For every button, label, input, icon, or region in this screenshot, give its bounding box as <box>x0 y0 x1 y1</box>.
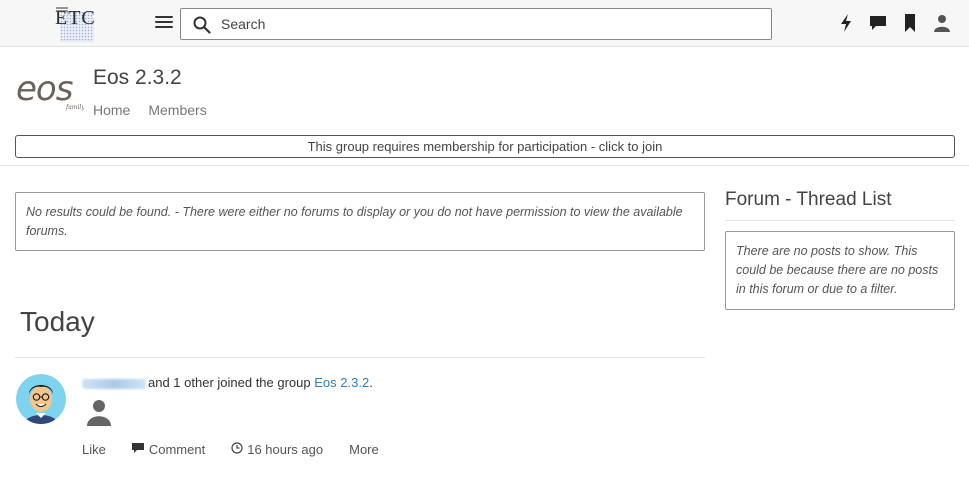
eos-logo[interactable]: eos family <box>16 69 85 112</box>
top-bar: ETC <box>0 0 969 47</box>
activity-story: and 1 other joined the group Eos 2.3.2. <box>82 374 373 392</box>
lightning-icon[interactable] <box>837 14 855 32</box>
nav-members[interactable]: Members <box>148 102 206 118</box>
etc-logo[interactable]: ETC <box>54 2 100 43</box>
eos-logo-subtext: family <box>65 104 84 111</box>
group-title: Eos 2.3.2 <box>93 66 182 89</box>
join-group-button[interactable]: This group requires membership for parti… <box>15 135 955 158</box>
timestamp[interactable]: 16 hours ago <box>231 442 323 457</box>
comment-icon <box>131 442 144 457</box>
like-button[interactable]: Like <box>82 442 106 457</box>
chat-icon[interactable] <box>869 14 887 32</box>
redacted-username[interactable] <box>82 378 146 389</box>
sidebar-empty-message: There are no posts to show. This could b… <box>725 231 955 310</box>
more-button[interactable]: More <box>349 442 379 457</box>
sidebar-divider <box>725 220 955 221</box>
search-icon <box>193 16 211 39</box>
header-divider <box>0 165 969 166</box>
more-label: More <box>349 442 379 457</box>
story-text: and 1 other joined the group <box>148 375 311 390</box>
activity-divider <box>15 357 705 358</box>
avatar[interactable] <box>16 374 66 424</box>
eos-logo-text: eos <box>16 70 73 109</box>
bookmark-icon[interactable] <box>901 14 919 32</box>
nav-home[interactable]: Home <box>93 102 130 118</box>
search-input[interactable] <box>221 13 761 35</box>
comment-label: Comment <box>148 442 206 457</box>
clock-icon <box>231 442 243 457</box>
timestamp-label: 16 hours ago <box>247 442 324 457</box>
activity-actions: Like Comment 16 hours ago More <box>82 442 405 457</box>
member-avatar-icon[interactable] <box>86 398 112 426</box>
comment-button[interactable]: Comment <box>131 442 206 457</box>
menu-icon[interactable] <box>155 16 173 32</box>
svg-text:ETC: ETC <box>55 7 96 29</box>
activity-heading: Today <box>20 306 95 337</box>
group-nav: Home Members <box>93 102 207 118</box>
search-box[interactable] <box>180 8 772 40</box>
user-icon[interactable] <box>933 14 951 32</box>
forums-empty-message: No results could be found. - There were … <box>15 192 705 251</box>
group-link[interactable]: Eos 2.3.2 <box>314 375 369 390</box>
story-suffix: . <box>369 375 373 390</box>
sidebar-title: Forum - Thread List <box>725 189 892 210</box>
top-icons <box>837 14 951 32</box>
like-label: Like <box>82 442 106 457</box>
